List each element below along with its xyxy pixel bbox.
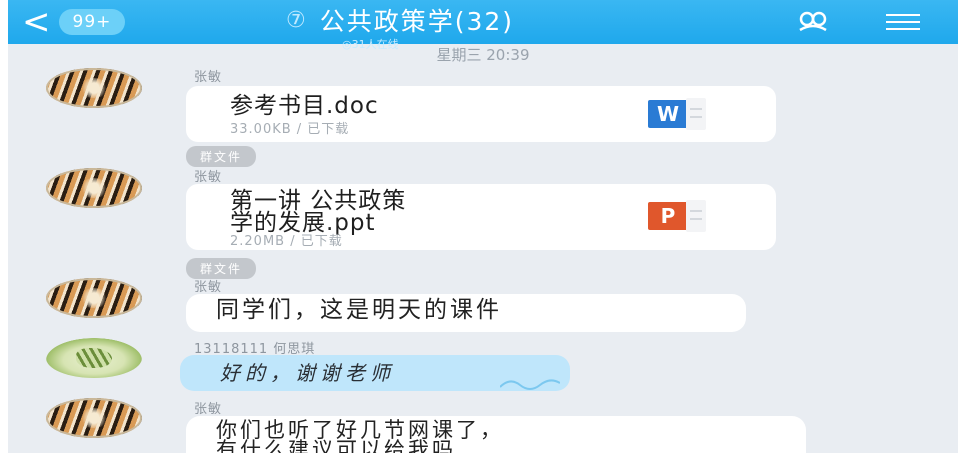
file-name: 第一讲 公共政策 学的发展.ppt: [230, 188, 407, 236]
file-meta: 2.20MB / 已下载: [230, 234, 343, 249]
message-text: 你们也听了好几节网课了， 有什么建议可以给我吗: [216, 418, 504, 453]
back-arrow-icon: <: [22, 2, 51, 42]
text-message-bubble[interactable]: 同学们，这是明天的课件: [186, 294, 746, 332]
file-message-bubble[interactable]: 参考书目.doc 33.00KB / 已下载 W: [186, 86, 776, 142]
chat-title: 公共政策学(32): [319, 7, 515, 36]
message-timestamp: 星期三 20:39: [436, 46, 530, 64]
sender-avatar[interactable]: [46, 168, 142, 208]
file-meta: 33.00KB / 已下载: [230, 122, 350, 137]
group-members-icon[interactable]: [798, 10, 828, 32]
group-file-tag: 群文件: [186, 146, 257, 167]
sender-name: 张敏: [194, 70, 223, 85]
sender-name: 张敏: [194, 170, 223, 185]
sender-avatar[interactable]: [46, 338, 142, 378]
unread-count-badge: 99+: [58, 9, 126, 35]
menu-icon[interactable]: [886, 14, 920, 30]
ppt-file-icon: P: [648, 196, 706, 236]
word-file-icon: W: [648, 94, 706, 134]
back-button[interactable]: < 99+: [22, 2, 126, 42]
sender-name: 张敏: [194, 280, 223, 295]
top-bar: < 99+ ⑦ 公共政策学(32) ◎31人在线: [8, 0, 958, 51]
group-level-icon: ⑦: [286, 7, 306, 33]
message-text: 好的，谢谢老师: [220, 361, 395, 385]
text-message-bubble[interactable]: 你们也听了好几节网课了， 有什么建议可以给我吗: [186, 416, 806, 453]
text-message-bubble[interactable]: 好的，谢谢老师: [180, 355, 570, 391]
file-message-bubble[interactable]: 第一讲 公共政策 学的发展.ppt 2.20MB / 已下载 P: [186, 184, 776, 250]
sender-name: 张敏: [194, 402, 223, 417]
message-text: 同学们，这是明天的课件: [216, 297, 502, 323]
file-name: 参考书目.doc: [230, 93, 379, 119]
chat-screen: < 99+ ⑦ 公共政策学(32) ◎31人在线 星期三 20:39 张敏 参考…: [8, 0, 958, 453]
sender-avatar[interactable]: [46, 398, 142, 438]
sender-avatar[interactable]: [46, 68, 142, 108]
sender-avatar[interactable]: [46, 278, 142, 318]
wave-decoration-icon: [500, 379, 560, 390]
